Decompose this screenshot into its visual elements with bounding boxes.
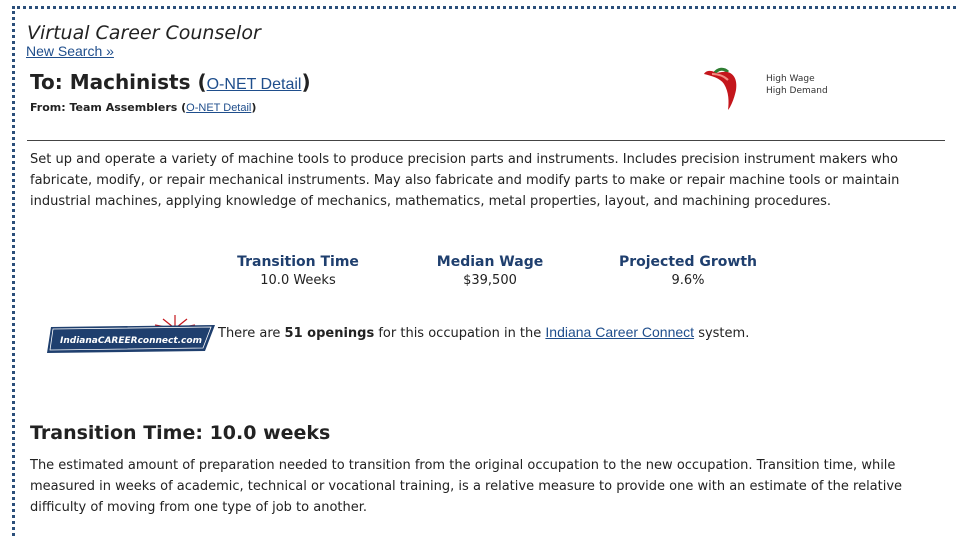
from-onet-detail-link[interactable]: O-NET Detail	[186, 102, 251, 114]
badge-text: High Wage High Demand	[766, 73, 828, 97]
app-title: Virtual Career Counselor	[27, 22, 261, 44]
stat-value: 10.0 Weeks	[260, 273, 336, 288]
indiana-career-connect-link[interactable]: Indiana Career Connect	[545, 324, 694, 340]
openings-middle: for this occupation in the	[374, 326, 546, 341]
new-search-link[interactable]: New Search »	[26, 43, 114, 59]
to-onet-detail-link[interactable]: O-NET Detail	[207, 76, 302, 93]
stat-label: Projected Growth	[618, 254, 758, 270]
openings-prefix: There are	[218, 326, 285, 341]
to-occupation-title: To: Machinists (	[30, 70, 207, 94]
occupation-description: Set up and operate a variety of machine …	[30, 152, 900, 209]
indiana-career-connect-logo: IndianaCAREERconnect.com	[45, 313, 215, 353]
stat-median-wage: Median Wage $39,500	[410, 254, 570, 288]
openings-suffix: system.	[694, 326, 750, 341]
openings-count: 51 openings	[284, 326, 375, 341]
logo-text: IndianaCAREERconnect.com	[60, 336, 202, 346]
stat-value: $39,500	[463, 273, 517, 288]
transition-time-heading: Transition Time: 10.0 weeks	[30, 422, 331, 444]
stat-label: Median Wage	[436, 254, 544, 270]
stat-projected-growth: Projected Growth 9.6%	[608, 254, 768, 288]
stat-transition-time: Transition Time 10.0 Weeks	[218, 254, 378, 288]
openings-sentence: There are 51 openings for this occupatio…	[218, 324, 749, 341]
stat-label: Transition Time	[237, 254, 359, 270]
stat-value: 9.6%	[671, 273, 705, 288]
high-wage-high-demand-badge: High Wage High Demand	[698, 62, 838, 112]
transition-time-description: The estimated amount of preparation need…	[30, 458, 903, 515]
badge-high-wage: High Wage	[766, 74, 815, 84]
from-occupation-title: From: Team Assemblers (	[30, 101, 187, 114]
to-occupation-heading: To: Machinists (O-NET Detail)	[30, 70, 311, 94]
to-occupation-close: )	[301, 70, 311, 94]
header-divider	[27, 140, 945, 141]
career-connect-logo-icon: IndianaCAREERconnect.com	[47, 315, 215, 353]
from-occupation-line: From: Team Assemblers (O-NET Detail)	[30, 101, 256, 114]
badge-high-demand: High Demand	[766, 86, 828, 96]
from-occupation-close: )	[251, 101, 257, 114]
chili-pepper-icon	[704, 67, 737, 110]
